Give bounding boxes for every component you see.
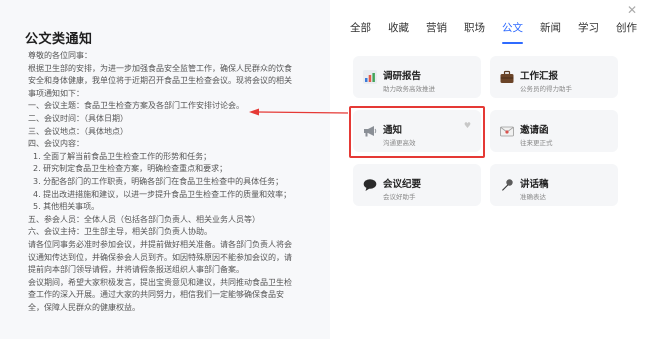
annotation-arrow — [249, 108, 349, 116]
